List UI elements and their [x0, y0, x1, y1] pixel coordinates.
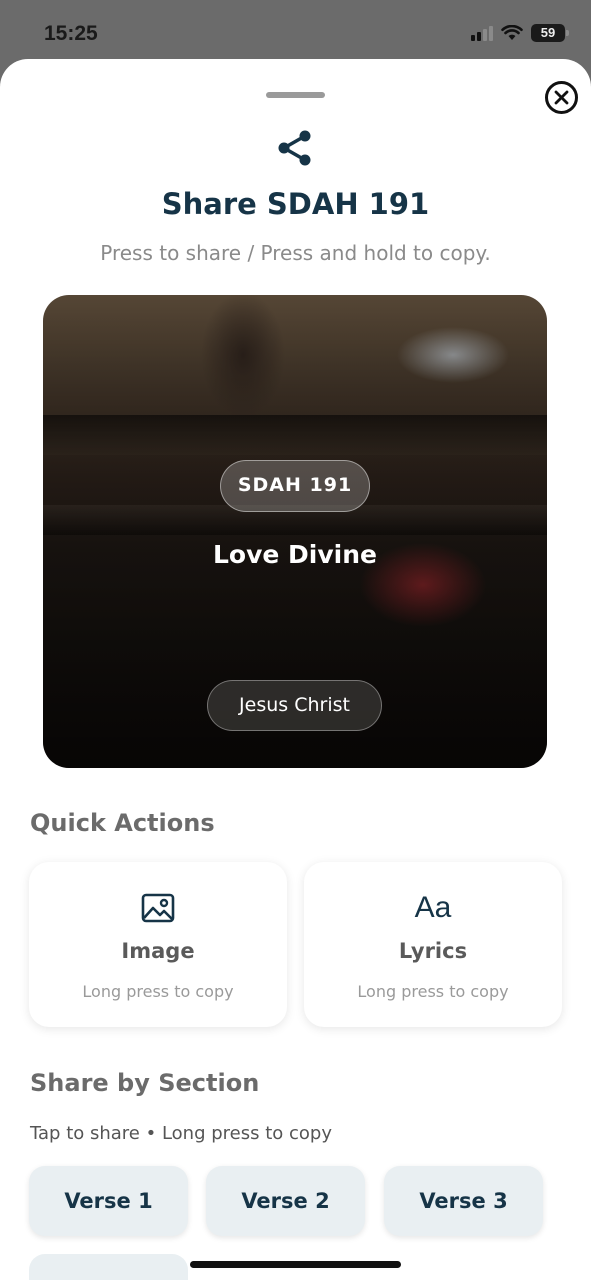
wifi-icon [501, 25, 523, 40]
verse-3-button[interactable]: Verse 3 [384, 1166, 543, 1236]
share-icon [278, 130, 311, 166]
verse-1-button[interactable]: Verse 1 [29, 1166, 188, 1236]
share-sheet: Share SDAH 191 Press to share / Press an… [0, 59, 591, 1280]
cellular-signal-icon [471, 25, 493, 41]
close-icon [554, 90, 569, 105]
status-icons: 59 [471, 24, 569, 42]
section-button-partial[interactable] [29, 1254, 188, 1280]
home-indicator[interactable] [190, 1261, 401, 1268]
battery-indicator: 59 [531, 24, 569, 42]
page-subtitle: Press to share / Press and hold to copy. [100, 241, 491, 265]
lyrics-action-label: Lyrics [398, 939, 468, 963]
close-button[interactable] [545, 81, 578, 114]
status-time: 15:25 [44, 22, 98, 45]
text-aa-icon: Aa [414, 891, 452, 924]
hymn-category-badge: Jesus Christ [207, 680, 382, 731]
image-icon [141, 893, 175, 923]
lyrics-action-hint: Long press to copy [357, 982, 509, 1001]
image-action-hint: Long press to copy [82, 982, 234, 1001]
hymn-number-badge: SDAH 191 [220, 460, 370, 512]
page-title: Share SDAH 191 [161, 187, 430, 221]
image-action-label: Image [121, 939, 195, 963]
hymn-preview-card[interactable]: SDAH 191 Love Divine Jesus Christ [43, 295, 547, 768]
quick-actions-heading: Quick Actions [30, 809, 215, 837]
sheet-grabber[interactable] [266, 92, 325, 98]
share-by-section-heading: Share by Section [30, 1069, 260, 1097]
hymn-title: Love Divine [212, 540, 377, 569]
status-bar: 15:25 59 [0, 0, 591, 60]
share-lyrics-button[interactable]: Aa Lyrics Long press to copy [304, 862, 562, 1027]
verse-2-button[interactable]: Verse 2 [206, 1166, 365, 1236]
share-image-button[interactable]: Image Long press to copy [29, 862, 287, 1027]
share-by-section-hint: Tap to share • Long press to copy [30, 1123, 332, 1144]
